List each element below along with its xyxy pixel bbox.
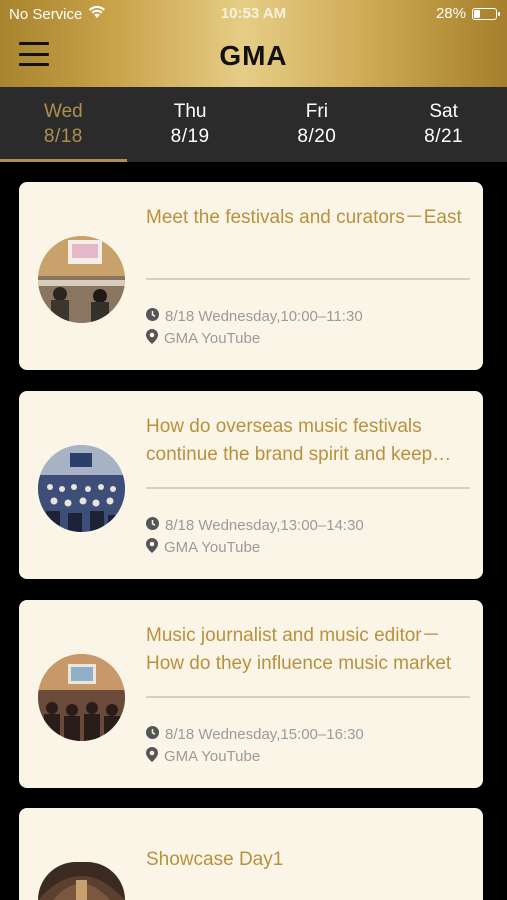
event-card[interactable]: Showcase Day1 [19, 808, 483, 900]
event-card[interactable]: How do overseas music festivals continue… [19, 391, 483, 579]
event-location: GMA YouTube [146, 747, 260, 766]
event-title: Meet the festivals and curators－East [146, 207, 462, 228]
event-location: GMA YouTube [146, 329, 260, 348]
tab-thu[interactable]: Thu 8/19 [127, 87, 254, 162]
event-datetime: 8/18 Wednesday,10:00–11:30 [146, 308, 363, 325]
event-location: GMA YouTube [146, 538, 260, 557]
event-thumbnail [38, 445, 125, 532]
event-location-text: GMA YouTube [164, 330, 261, 347]
tab-day-label: Fri [305, 101, 328, 122]
tab-date-label: 8/18 [43, 126, 83, 147]
event-datetime: 8/18 Wednesday,13:00–14:30 [146, 517, 364, 534]
event-card[interactable]: Meet the festivals and curators－East 8/1… [19, 182, 483, 370]
event-thumbnail [38, 862, 125, 900]
battery-level [474, 9, 481, 18]
tab-fri[interactable]: Fri 8/20 [254, 87, 381, 162]
divider [146, 278, 470, 280]
event-title: How do overseas music festivals continue… [146, 416, 433, 465]
divider [146, 487, 470, 489]
tab-wed[interactable]: Wed 8/18 [0, 87, 127, 162]
status-time: 10:53 AM [220, 5, 287, 22]
event-title: Showcase Day1 [146, 849, 284, 870]
nav-bar: GMA [0, 28, 507, 87]
tab-date-label: 8/20 [297, 126, 337, 147]
event-datetime-text: 8/18 Wednesday,15:00–16:30 [165, 726, 364, 743]
event-card[interactable]: Music journalist and music editor－How do… [19, 600, 483, 788]
location-pin-icon [146, 538, 158, 557]
tab-day-label: Wed [44, 101, 83, 122]
tab-date-label: 8/21 [424, 126, 464, 147]
battery-percent: 28% [435, 5, 466, 22]
event-datetime-text: 8/18 Wednesday,13:00–14:30 [165, 517, 364, 534]
event-datetime: 8/18 Wednesday,15:00–16:30 [146, 726, 364, 743]
tab-day-label: Thu [173, 101, 207, 122]
location-pin-icon [146, 329, 158, 348]
location-pin-icon [146, 747, 158, 766]
event-datetime-text: 8/18 Wednesday,10:00–11:30 [165, 308, 363, 325]
date-tabs: Wed 8/18 Thu 8/19 Fri 8/20 Sat 8/21 [0, 87, 507, 162]
status-bar: No Service 10:53 AM 28% [0, 0, 507, 28]
tab-sat[interactable]: Sat 8/21 [380, 87, 507, 162]
app-header: No Service 10:53 AM 28% GMA [0, 0, 507, 87]
event-location-text: GMA YouTube [164, 539, 261, 556]
event-thumbnail [38, 236, 125, 323]
clock-icon [146, 308, 159, 325]
battery-icon [472, 7, 500, 20]
tab-date-label: 8/19 [170, 126, 210, 147]
tab-day-label: Sat [429, 101, 458, 122]
clock-icon [146, 726, 159, 743]
divider [146, 696, 470, 698]
event-location-text: GMA YouTube [164, 748, 261, 765]
event-title: Music journalist and music editor－How do… [146, 625, 452, 674]
app-logo: GMA [219, 40, 288, 71]
event-thumbnail [38, 654, 125, 741]
clock-icon [146, 517, 159, 534]
